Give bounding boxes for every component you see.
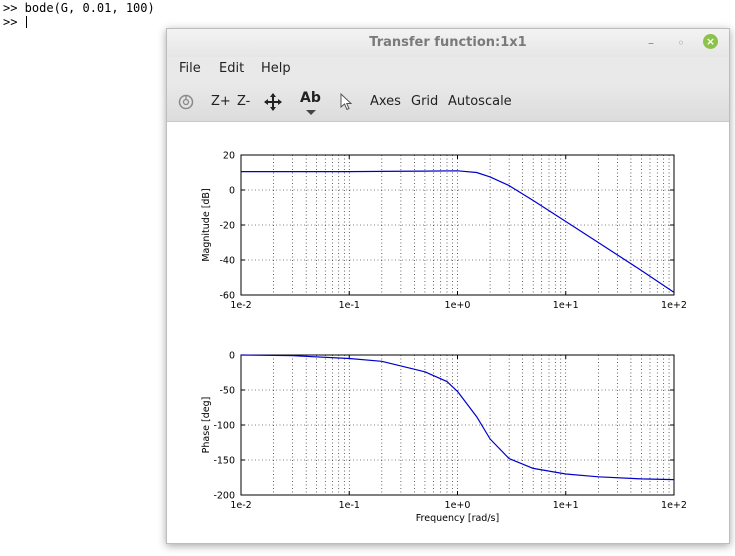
- axes-button[interactable]: Axes: [370, 94, 401, 109]
- zoom-in-button[interactable]: Z+: [211, 94, 231, 109]
- console-prompt-line[interactable]: >>: [3, 15, 27, 29]
- phase-x-tick-label: 1e+2: [661, 500, 687, 511]
- phase-x-tick-label: 1e-2: [230, 500, 251, 511]
- phase-x-axis-label: Frequency [rad/s]: [416, 513, 499, 524]
- dropdown-arrow-icon: [306, 110, 316, 115]
- phase-x-tick-label: 1e+1: [553, 500, 579, 511]
- magnitude-x-tick-label: 1e-2: [230, 300, 251, 311]
- pan-icon[interactable]: [264, 93, 282, 111]
- menu-help-label: Help: [261, 61, 291, 76]
- magnitude-x-tick-label: 1e+0: [445, 300, 471, 311]
- magnitude-y-tick-label: 0: [229, 186, 235, 197]
- magnitude-x-tick-label: 1e+2: [661, 300, 687, 311]
- console-command-line: >> bode(G, 0.01, 100): [3, 1, 155, 15]
- text-cursor: [25, 16, 27, 28]
- menu-edit[interactable]: Edit: [219, 61, 244, 76]
- console-prompt: >>: [3, 15, 25, 29]
- toolbar: Z+ Z- Ab Axes Grid Autoscale: [167, 83, 729, 122]
- plot-area[interactable]: 20 0 -20 -40 -60 1e-2 1e-1 1e+0 1e+1 1e+2 Magnitud…: [167, 122, 729, 543]
- phase-y-tick-label: -150: [213, 456, 235, 467]
- figure-window[interactable]: Transfer function:1x1 – ◦ × File Edit He…: [166, 28, 730, 544]
- magnitude-x-tick-label: 1e+1: [553, 300, 579, 311]
- close-button[interactable]: ×: [703, 34, 718, 49]
- bode-plot[interactable]: 200-20-40-601e-2 1e-1 1e+0 1e+1 1e+2Magnitud…: [167, 122, 729, 543]
- phase-y-axis-label: Phase [deg]: [201, 397, 212, 454]
- menu-edit-label: Edit: [219, 61, 245, 76]
- phase-y-tick-label: 0: [229, 351, 235, 362]
- magnitude-x-tick-label: 1e-1: [339, 300, 360, 311]
- menu-bar: File Edit Help: [167, 57, 729, 83]
- menu-help[interactable]: Help: [261, 61, 291, 76]
- phase-y-tick-label: -50: [219, 386, 235, 397]
- minimize-button[interactable]: –: [642, 34, 660, 52]
- rotate-icon[interactable]: [178, 94, 194, 110]
- text-tool-button[interactable]: Ab: [300, 90, 321, 115]
- magnitude-y-axis-label: Magnitude [dB]: [201, 188, 212, 261]
- restore-button[interactable]: ◦: [672, 34, 690, 52]
- phase-x-tick-label: 1e+0: [445, 500, 471, 511]
- zoom-out-button[interactable]: Z-: [237, 94, 250, 109]
- grid-button[interactable]: Grid: [411, 94, 438, 109]
- magnitude-y-tick-label: 20: [223, 151, 235, 162]
- text-tool-label: Ab: [300, 90, 321, 106]
- phase-y-tick-label: -100: [213, 421, 235, 432]
- magnitude-y-tick-label: -40: [219, 256, 235, 267]
- autoscale-button[interactable]: Autoscale: [448, 94, 512, 109]
- pointer-icon[interactable]: [340, 93, 353, 111]
- phase-x-tick-label: 1e-1: [339, 500, 360, 511]
- title-bar[interactable]: Transfer function:1x1 – ◦ ×: [167, 29, 729, 57]
- magnitude-y-tick-label: -20: [219, 221, 235, 232]
- menu-file[interactable]: File: [179, 61, 201, 76]
- menu-file-label: File: [179, 61, 201, 76]
